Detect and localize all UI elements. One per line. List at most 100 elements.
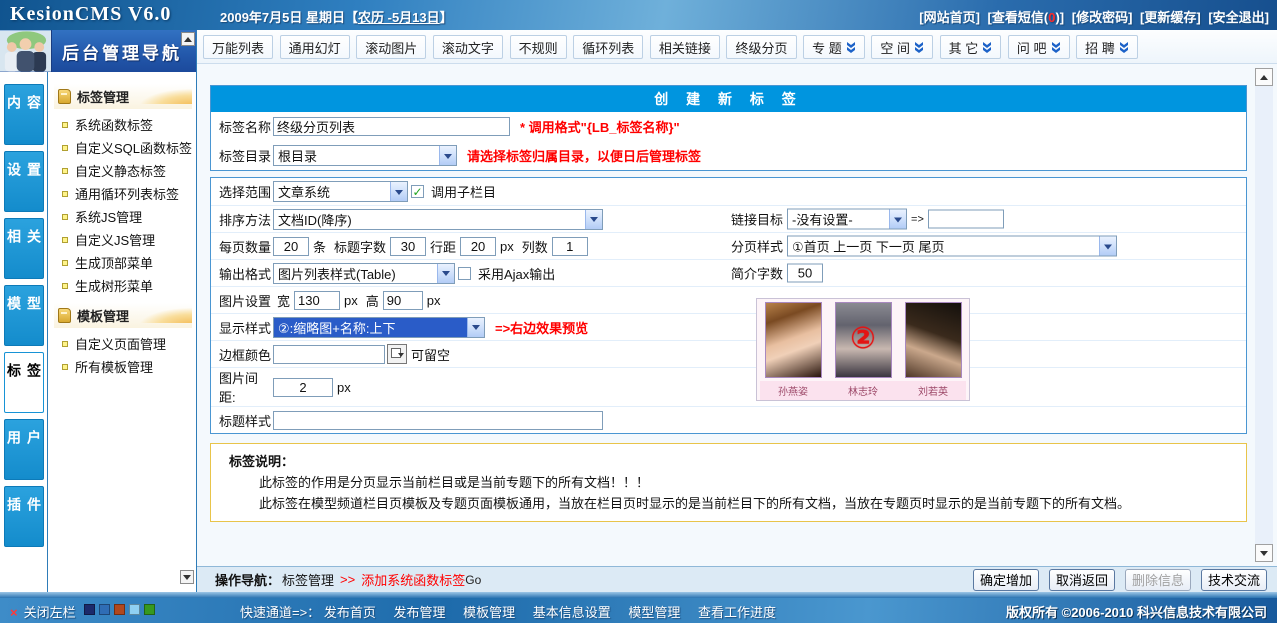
menu-item-all-template-manage[interactable]: 所有模板管理	[48, 355, 196, 378]
double-chevron-down-icon	[846, 42, 856, 53]
image-width-label: 宽	[277, 291, 290, 310]
tab-scroll-images[interactable]: 滚动图片	[356, 35, 426, 59]
output-format-select[interactable]: 图片列表样式(Table)	[273, 263, 455, 284]
link-target-input[interactable]	[928, 210, 1004, 229]
sidebar-tab-users[interactable]: 用户	[4, 419, 44, 480]
menu-item-custom-sql-tags[interactable]: 自定义SQL函数标签	[48, 136, 196, 159]
menu-item-top-menu[interactable]: 生成顶部菜单	[48, 251, 196, 274]
sidebar-tab-model[interactable]: 模型	[4, 285, 44, 346]
tab-label: 终级分页	[735, 38, 787, 57]
menu-item-custom-js[interactable]: 自定义JS管理	[48, 228, 196, 251]
tab-special-topic[interactable]: 专 题	[803, 35, 865, 59]
sidebar-scroll-up-button[interactable]	[181, 32, 195, 46]
image-gap-input[interactable]	[273, 378, 333, 397]
quick-link-publish-home[interactable]: 发布首页	[324, 605, 376, 620]
tag-name-input[interactable]	[273, 117, 510, 136]
tag-dir-select[interactable]: 根目录	[273, 145, 457, 166]
per-page-input[interactable]	[273, 237, 309, 256]
tab-recruit[interactable]: 招 聘	[1076, 35, 1138, 59]
link-target-select[interactable]: -没有设置-	[787, 209, 907, 230]
image-width-input[interactable]	[294, 291, 340, 310]
scrollbar-up-button[interactable]	[1255, 68, 1273, 86]
preview-photo-name: 刘若英	[905, 383, 962, 398]
refresh-cache-link[interactable]: [更新缓存]	[1140, 10, 1201, 25]
tab-related-links[interactable]: 相关链接	[650, 35, 720, 59]
chevron-down-icon	[439, 146, 456, 165]
scroll-up-icon	[1260, 71, 1268, 80]
quick-link-template-manage[interactable]: 模板管理	[463, 605, 515, 620]
sub-column-checkbox[interactable]	[411, 185, 424, 198]
sidebar-tab-plugins[interactable]: 插件	[4, 486, 44, 547]
line-height-input[interactable]	[460, 237, 496, 256]
menu-item-tree-menu[interactable]: 生成树形菜单	[48, 274, 196, 297]
border-color-input[interactable]	[273, 345, 385, 364]
theme-square[interactable]	[99, 604, 110, 615]
menu-section-tag-manage[interactable]: 标签管理	[54, 84, 192, 109]
scope-select[interactable]: 文章系统	[273, 181, 408, 202]
menu-item-system-function-tags[interactable]: 系统函数标签	[48, 113, 196, 136]
content-scrollbar[interactable]	[1255, 68, 1273, 562]
tab-others[interactable]: 其 它	[940, 35, 1002, 59]
menu-item-system-js[interactable]: 系统JS管理	[48, 205, 196, 228]
theme-square[interactable]	[144, 604, 155, 615]
sort-row: 排序方法 文档ID(降序) 链接目标 -没有设置- =>	[211, 205, 1246, 232]
sidebar-tab-settings[interactable]: 设置	[4, 151, 44, 212]
ajax-output-checkbox[interactable]	[458, 267, 471, 280]
image-height-input[interactable]	[383, 291, 423, 310]
theme-square[interactable]	[84, 604, 95, 615]
bullet-icon	[62, 191, 68, 197]
title-style-input[interactable]	[273, 411, 603, 430]
preview-photo-name: 林志玲	[835, 383, 892, 398]
sidebar-tab-related[interactable]: 相关	[4, 218, 44, 279]
nav-section-link[interactable]: 标签管理	[282, 570, 334, 589]
menu-item-loop-list-tags[interactable]: 通用循环列表标签	[48, 182, 196, 205]
sidebar-tab-content[interactable]: 内容	[4, 84, 44, 145]
view-messages-link[interactable]: [查看短信(0)]	[988, 10, 1065, 25]
tab-universal-list[interactable]: 万能列表	[203, 35, 273, 59]
theme-color-squares	[84, 604, 155, 615]
close-left-label: 关闭左栏	[24, 605, 76, 620]
nav-current-link[interactable]: 添加系统函数标签	[361, 570, 465, 589]
menu-section-title: 模板管理	[77, 306, 129, 325]
color-picker-button[interactable]	[387, 344, 407, 364]
page-style-select[interactable]: ①首页 上一页 下一页 尾页	[787, 236, 1117, 257]
tab-common-slideshow[interactable]: 通用幻灯	[280, 35, 350, 59]
tab-loop-list[interactable]: 循环列表	[573, 35, 643, 59]
close-x-icon: ×	[10, 605, 18, 620]
scroll-down-icon	[183, 575, 191, 584]
menu-section-template-manage[interactable]: 模板管理	[54, 303, 192, 328]
intro-chars-input[interactable]	[787, 264, 823, 283]
quick-link-publish-manage[interactable]: 发布管理	[393, 605, 445, 620]
menu-item-label: 生成顶部菜单	[75, 253, 153, 272]
tab-final-paging[interactable]: 终级分页	[726, 35, 796, 59]
confirm-add-button[interactable]: 确定增加	[973, 569, 1039, 591]
cancel-return-button[interactable]: 取消返回	[1049, 569, 1115, 591]
sort-select[interactable]: 文档ID(降序)	[273, 209, 603, 230]
quick-link-model-manage[interactable]: 模型管理	[628, 605, 680, 620]
site-home-link[interactable]: [网站首页]	[919, 10, 980, 25]
title-chars-input[interactable]	[390, 237, 426, 256]
lunar-date-link[interactable]: 农历 -5月13日	[358, 10, 440, 25]
theme-square[interactable]	[129, 604, 140, 615]
sidebar-tab-tags-active[interactable]: 标签	[4, 352, 44, 413]
sidebar-scroll-down-button[interactable]	[180, 570, 194, 584]
quick-link-basic-info[interactable]: 基本信息设置	[533, 605, 611, 620]
quick-link-work-progress[interactable]: 查看工作进度	[698, 605, 776, 620]
logout-link[interactable]: [安全退出]	[1208, 10, 1269, 25]
tab-irregular[interactable]: 不规则	[510, 35, 567, 59]
menu-item-custom-page-manage[interactable]: 自定义页面管理	[48, 332, 196, 355]
scrollbar-down-button[interactable]	[1255, 544, 1273, 562]
menu-item-custom-static-tags[interactable]: 自定义静态标签	[48, 159, 196, 182]
tab-space[interactable]: 空 间	[871, 35, 933, 59]
tech-exchange-button[interactable]: 技术交流	[1201, 569, 1267, 591]
tag-name-hint: * 调用格式"{LB_标签名称}"	[520, 117, 680, 136]
bullet-icon	[62, 122, 68, 128]
tag-name-row: 标签名称 * 调用格式"{LB_标签名称}"	[211, 112, 1246, 141]
display-style-select[interactable]: ②:缩略图+名称:上下	[273, 317, 485, 338]
theme-square[interactable]	[114, 604, 125, 615]
cols-input[interactable]	[552, 237, 588, 256]
tab-qa[interactable]: 问 吧	[1008, 35, 1070, 59]
tab-scroll-text[interactable]: 滚动文字	[433, 35, 503, 59]
close-left-panel-button[interactable]: × 关闭左栏	[10, 602, 76, 621]
change-password-link[interactable]: [修改密码]	[1072, 10, 1133, 25]
